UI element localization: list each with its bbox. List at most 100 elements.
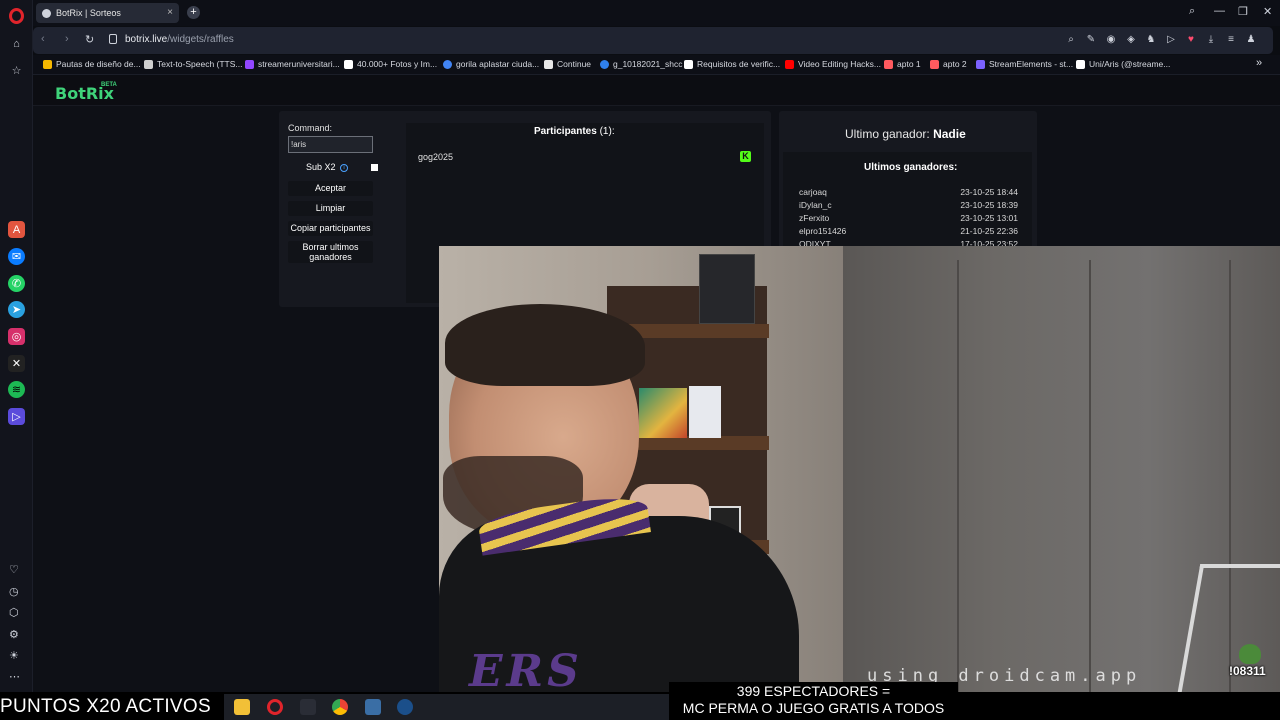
bookmark-item[interactable]: Pautas de diseño de...: [43, 59, 141, 69]
bookmark-item[interactable]: apto 1: [884, 59, 921, 69]
extension-icon[interactable]: ♞: [1145, 34, 1157, 45]
search-icon[interactable]: ⌕: [1065, 34, 1077, 45]
participants-count: (1):: [599, 126, 615, 137]
bookmark-item[interactable]: Video Editing Hacks...: [785, 59, 881, 69]
banner-line-2: MC PERMA O JUEGO GRATIS A TODOS: [682, 700, 945, 716]
telegram-icon[interactable]: ➤: [8, 301, 25, 318]
chrome-icon[interactable]: [332, 699, 348, 715]
clear-button[interactable]: Limpiar: [288, 201, 373, 216]
viewer-badge: !08311: [1229, 644, 1271, 680]
botrix-header: BotRix BETA: [33, 76, 1280, 106]
info-icon[interactable]: i: [340, 164, 348, 172]
bookmark-favicon-icon: [884, 59, 893, 69]
settings-gear-icon[interactable]: ⚙: [9, 628, 19, 641]
bookmark-item[interactable]: Continue: [544, 59, 591, 69]
bookmark-item[interactable]: StreamElements - st...: [976, 59, 1073, 69]
window-app-icon[interactable]: [365, 699, 381, 715]
app-taskbar-icon[interactable]: [300, 699, 316, 715]
opera-sidebar: ⌂ ☆ A ✉ ✆ ➤ ◎ ✕ ≋ ▷ ♡ ◷ ⬡ ⚙ ☀ ⋯: [0, 0, 33, 692]
back-icon[interactable]: ‹: [41, 33, 45, 45]
bookmark-favicon-icon: [1076, 59, 1085, 69]
bookmark-item[interactable]: 40.000+ Fotos y Im...: [344, 59, 437, 69]
reload-icon[interactable]: ↻: [85, 33, 94, 46]
heart-icon[interactable]: ♥: [1185, 34, 1197, 45]
bookmark-label: apto 1: [897, 59, 921, 69]
url-field[interactable]: botrix.live/widgets/raffles: [125, 34, 234, 45]
bookmark-item[interactable]: g_10182021_shcc: [600, 59, 682, 69]
instagram-icon[interactable]: ◎: [8, 328, 25, 345]
winner-date: 23-10-25 13:01: [960, 213, 1018, 223]
winners-title: Ultimos ganadores:: [864, 162, 958, 173]
delete-winners-button[interactable]: Borrar ultimos ganadores: [288, 241, 373, 263]
file-explorer-icon[interactable]: [234, 699, 250, 715]
sub-x2-label: Sub X2: [306, 162, 336, 172]
aria-icon[interactable]: A: [8, 221, 25, 238]
opera-taskbar-icon[interactable]: [267, 699, 283, 715]
x-twitter-icon[interactable]: ✕: [8, 355, 25, 372]
bookmark-label: Requisitos de verific...: [697, 59, 781, 69]
tab-botrix[interactable]: BotRix | Sorteos ×: [36, 3, 179, 23]
heart-icon[interactable]: ♡: [9, 563, 19, 576]
home-icon[interactable]: ⌂: [8, 35, 25, 52]
whatsapp-icon[interactable]: ✆: [8, 275, 25, 292]
winner-name: zFerxito: [799, 213, 830, 223]
webcam-overlay: ERS using droidcam.app !08311: [439, 246, 1280, 692]
download-icon[interactable]: ⤓: [1205, 34, 1217, 45]
play-icon[interactable]: ▷: [1165, 34, 1177, 45]
camera-icon[interactable]: ◉: [1105, 34, 1117, 45]
steam-icon[interactable]: [397, 699, 413, 715]
winner-name: iDylan_c: [799, 200, 832, 210]
profile-icon[interactable]: ♟: [1245, 34, 1257, 45]
cam-panel-seam: [957, 260, 959, 692]
new-tab-button[interactable]: +: [187, 6, 200, 19]
lock-icon[interactable]: [109, 34, 117, 44]
command-input[interactable]: !aris: [288, 136, 373, 153]
accept-button[interactable]: Aceptar: [288, 181, 373, 196]
tab-bar: BotRix | Sorteos × + ⌕ — ❐ ✕: [33, 0, 1280, 26]
menu-icon[interactable]: ≡: [1225, 34, 1237, 45]
opera-logo-icon[interactable]: [9, 8, 24, 24]
close-window-icon[interactable]: ✕: [1263, 5, 1272, 18]
bookmark-favicon-icon: [43, 59, 52, 69]
bookmark-favicon-icon: [344, 59, 353, 69]
participant-item[interactable]: gog2025: [418, 152, 453, 162]
frog-emote-icon: [1239, 644, 1261, 664]
bookmark-item[interactable]: Uni/Aris (@streame...: [1076, 59, 1170, 69]
box-icon[interactable]: ⬡: [9, 606, 19, 619]
player-icon[interactable]: ▷: [8, 408, 25, 425]
minimize-icon[interactable]: —: [1214, 5, 1225, 17]
bookmark-favicon-icon: [976, 59, 985, 69]
bookmark-item[interactable]: Text-to-Speech (TTS...: [144, 59, 243, 69]
tab-title: BotRix | Sorteos: [56, 8, 121, 18]
tab-close-icon[interactable]: ×: [167, 7, 173, 18]
messenger-icon[interactable]: ✉: [8, 248, 25, 265]
cam-person-hair: [445, 304, 645, 386]
copy-participants-button[interactable]: Copiar participantes: [288, 221, 373, 236]
winner-name: carjoaq: [799, 187, 827, 197]
bookmark-item[interactable]: Requisitos de verific...: [684, 59, 780, 69]
bookmark-item[interactable]: apto 2: [930, 59, 967, 69]
sub-x2-checkbox[interactable]: [371, 164, 378, 171]
star-icon[interactable]: ☆: [8, 62, 25, 79]
tab-search-icon[interactable]: ⌕: [1189, 5, 1195, 18]
taskbar: [224, 694, 669, 720]
cam-panel-seam: [1089, 260, 1091, 692]
bookmarks-overflow-icon[interactable]: »: [1256, 57, 1262, 69]
bookmark-item[interactable]: streameruniversitari...: [245, 59, 340, 69]
history-icon[interactable]: ◷: [9, 585, 19, 598]
forward-icon[interactable]: ›: [65, 33, 69, 45]
more-icon[interactable]: ⋯: [9, 670, 20, 683]
winner-date: 21-10-25 22:36: [960, 226, 1018, 236]
shield-icon[interactable]: ◈: [1125, 34, 1137, 45]
kick-platform-icon: K: [740, 151, 751, 162]
restore-icon[interactable]: ❐: [1238, 5, 1248, 18]
spotify-icon[interactable]: ≋: [8, 381, 25, 398]
edit-icon[interactable]: ✎: [1085, 34, 1097, 45]
bookmark-item[interactable]: gorila aplastar ciuda...: [443, 59, 539, 69]
bookmark-label: Video Editing Hacks...: [798, 59, 881, 69]
address-bar: ‹ › ↻ botrix.live/widgets/raffles ⌕ ✎ ◉ …: [33, 27, 1273, 54]
winner-date: 23-10-25 18:39: [960, 200, 1018, 210]
screen: ⌂ ☆ A ✉ ✆ ➤ ◎ ✕ ≋ ▷ ♡ ◷ ⬡ ⚙ ☀ ⋯ BotRix |…: [0, 0, 1280, 720]
participants-title: Participantes (1):: [534, 126, 615, 137]
bulb-icon[interactable]: ☀: [9, 649, 19, 662]
